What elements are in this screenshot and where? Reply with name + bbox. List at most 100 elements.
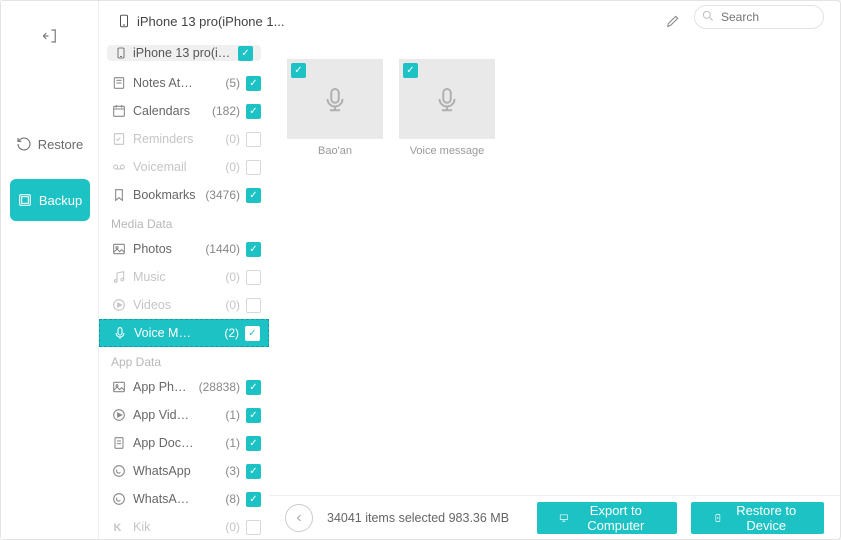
category-label: Photos — [133, 242, 196, 256]
category-count: (3476) — [202, 188, 240, 202]
mic-icon — [432, 84, 462, 114]
category-label: Kik — [133, 520, 196, 534]
device-row-label: iPhone 13 pro(iP... — [133, 46, 232, 60]
memo-label: Voice message — [410, 145, 485, 157]
category-label: Videos — [133, 298, 196, 312]
category-checkbox[interactable]: ✓ — [246, 520, 261, 535]
voicemail-icon — [111, 159, 127, 175]
category-app-videos[interactable]: App Videos(1)✓ — [99, 401, 269, 429]
category-checkbox[interactable]: ✓ — [245, 326, 260, 341]
category-checkbox[interactable]: ✓ — [246, 76, 261, 91]
category-count: (5) — [202, 76, 240, 90]
category-count: (0) — [202, 160, 240, 174]
category-count: (2) — [201, 326, 239, 340]
category-count: (3) — [202, 464, 240, 478]
category-reminders[interactable]: Reminders(0)✓ — [99, 125, 269, 153]
content-area: ✓Bao'an✓Voice message 34041 items select… — [269, 41, 840, 539]
whatsapp-icon — [111, 491, 127, 507]
category-label: App Documents — [133, 436, 196, 450]
category-label: Notes Attachme... — [133, 76, 196, 90]
category-label: Music — [133, 270, 196, 284]
nav-restore-label: Restore — [38, 137, 84, 152]
category-count: (28838) — [199, 380, 240, 394]
phone-restore-icon — [713, 511, 723, 525]
group-media: Media Data — [99, 209, 269, 235]
status-text: 34041 items selected 983.36 MB — [327, 511, 509, 525]
nav-backup[interactable]: Backup — [10, 179, 90, 221]
item-grid: ✓Bao'an✓Voice message — [269, 41, 840, 495]
category-music[interactable]: Music (0) ✓ — [99, 263, 269, 291]
device-row-checkbox[interactable]: ✓ — [238, 46, 253, 61]
category-checkbox[interactable]: ✓ — [246, 298, 261, 313]
phone-icon — [115, 45, 127, 61]
category-photos[interactable]: Photos(1440)✓ — [99, 235, 269, 263]
category-checkbox[interactable]: ✓ — [246, 104, 261, 119]
memo-checkbox[interactable]: ✓ — [291, 63, 306, 78]
kik-icon: K — [111, 519, 127, 535]
main-panel: iPhone 13 pro(iPhone 1... iPhone 13 pro(… — [99, 1, 840, 539]
category-videos[interactable]: Videos (0) ✓ — [99, 291, 269, 319]
category-voicemail[interactable]: Voicemail(0)✓ — [99, 153, 269, 181]
music-icon — [111, 269, 127, 285]
category-app-photos[interactable]: App Photos (28838) ✓ — [99, 373, 269, 401]
header-device[interactable]: iPhone 13 pro(iPhone 1... — [117, 12, 284, 30]
nav-backup-label: Backup — [39, 193, 82, 208]
photo-icon — [111, 379, 127, 395]
memo-card[interactable]: ✓ Voice message — [399, 59, 495, 157]
header-device-label: iPhone 13 pro(iPhone 1... — [137, 14, 284, 29]
category-label: WhatsApp Attac... — [133, 492, 196, 506]
category-count: (0) — [202, 132, 240, 146]
category-calendars[interactable]: Calendars (182) ✓ — [99, 97, 269, 125]
nav-restore[interactable]: Restore — [10, 123, 90, 165]
video-icon — [111, 407, 127, 423]
edit-icon[interactable] — [663, 11, 683, 31]
category-whatsapp[interactable]: WhatsApp (3) ✓ — [99, 457, 269, 485]
category-count: (182) — [202, 104, 240, 118]
category-label: Bookmarks — [133, 188, 196, 202]
category-checkbox[interactable]: ✓ — [246, 436, 261, 451]
category-checkbox[interactable]: ✓ — [246, 188, 261, 203]
category-checkbox[interactable]: ✓ — [246, 492, 261, 507]
doc-icon — [111, 435, 127, 451]
back-button[interactable] — [285, 504, 313, 532]
photo-icon — [111, 241, 127, 257]
calendar-icon — [111, 103, 127, 119]
group-app: App Data — [99, 347, 269, 373]
notes-icon — [111, 75, 127, 91]
device-row[interactable]: iPhone 13 pro(iP... ✓ — [107, 45, 261, 61]
category-label: WhatsApp — [133, 464, 196, 478]
search-icon — [701, 9, 715, 23]
category-count: (0) — [202, 298, 240, 312]
category-checkbox[interactable]: ✓ — [246, 380, 261, 395]
footer: 34041 items selected 983.36 MB Export to… — [269, 495, 840, 539]
memo-thumbnail: ✓ — [399, 59, 495, 139]
memo-checkbox[interactable]: ✓ — [403, 63, 418, 78]
category-column: iPhone 13 pro(iP... ✓ Notes Attachme... (… — [99, 41, 269, 539]
category-checkbox[interactable]: ✓ — [246, 464, 261, 479]
logout-icon[interactable] — [33, 19, 67, 53]
svg-text:K: K — [114, 522, 122, 534]
category-label: Calendars — [133, 104, 196, 118]
category-count: (0) — [202, 270, 240, 284]
category-app-documents[interactable]: App Documents(1)✓ — [99, 429, 269, 457]
category-bookmarks[interactable]: Bookmarks (3476) ✓ — [99, 181, 269, 209]
category-checkbox[interactable]: ✓ — [246, 132, 261, 147]
export-button[interactable]: Export to Computer — [537, 502, 677, 534]
category-checkbox[interactable]: ✓ — [246, 270, 261, 285]
category-label: App Photos — [133, 380, 193, 394]
category-whatsapp-attac-[interactable]: WhatsApp Attac...(8)✓ — [99, 485, 269, 513]
restore-label: Restore to Device — [731, 503, 802, 533]
category-checkbox[interactable]: ✓ — [246, 408, 261, 423]
memo-card[interactable]: ✓Bao'an — [287, 59, 383, 157]
category-checkbox[interactable]: ✓ — [246, 160, 261, 175]
video-icon — [111, 297, 127, 313]
category-voice-memos[interactable]: Voice Memos(2)✓ — [99, 319, 269, 347]
category-kik[interactable]: KKik(0)✓ — [99, 513, 269, 539]
mic-icon — [112, 325, 128, 341]
export-label: Export to Computer — [577, 503, 655, 533]
category-count: (1) — [202, 408, 240, 422]
restore-button[interactable]: Restore to Device — [691, 502, 824, 534]
left-nav: Restore Backup — [1, 1, 99, 539]
category-notes-attachme-[interactable]: Notes Attachme... (5) ✓ — [99, 69, 269, 97]
category-checkbox[interactable]: ✓ — [246, 242, 261, 257]
